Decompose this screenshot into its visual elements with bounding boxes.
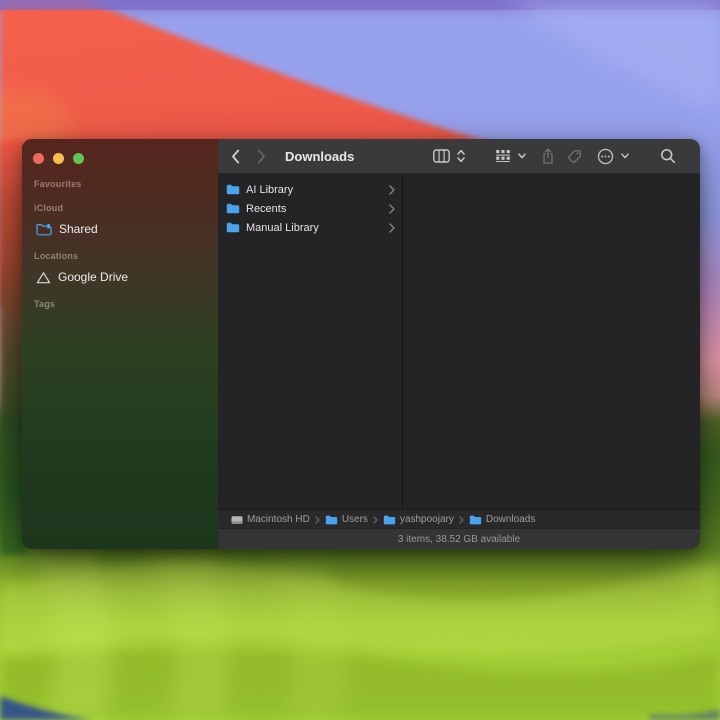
chevron-right-icon	[389, 184, 395, 195]
sidebar-item-shared[interactable]: Shared	[22, 220, 218, 238]
file-row[interactable]: Recents	[218, 199, 402, 218]
folder-icon	[383, 515, 396, 524]
back-button[interactable]	[231, 139, 240, 173]
path-label: yashpoojary	[399, 514, 454, 525]
chevron-left-icon	[232, 149, 240, 163]
chevron-right-icon	[257, 149, 265, 163]
sidebar-item-label: Shared	[59, 222, 98, 236]
window-title: Downloads	[285, 148, 355, 164]
tag-button[interactable]	[567, 139, 582, 173]
shared-folder-icon	[36, 223, 52, 235]
zoom-button[interactable]	[73, 153, 84, 164]
file-name: Manual Library	[246, 221, 319, 234]
chevron-right-icon	[389, 222, 395, 233]
desktop: Favourites iCloud Shared Locations Googl…	[0, 0, 720, 720]
share-icon	[543, 148, 553, 164]
chevron-right-icon	[373, 515, 378, 524]
path-bar: Macintosh HD Users yashpoojary Downloads	[218, 509, 700, 529]
chevron-up-down-icon	[457, 149, 465, 163]
path-label: Macintosh HD	[247, 514, 310, 525]
hard-drive-icon	[231, 515, 243, 524]
toolbar: Downloads	[218, 139, 700, 174]
path-item-macintosh-hd[interactable]: Macintosh HD	[231, 514, 310, 525]
close-button[interactable]	[33, 153, 44, 164]
chevron-right-icon	[459, 515, 464, 524]
folder-icon	[469, 515, 482, 524]
group-by-button[interactable]	[496, 139, 526, 173]
status-text: 3 items, 38.52 GB available	[397, 533, 521, 545]
status-bar: 3 items, 38.52 GB available	[218, 528, 700, 549]
group-by-icon	[496, 150, 510, 162]
share-button[interactable]	[541, 139, 555, 173]
folder-icon	[226, 203, 240, 214]
sidebar-section-icloud: iCloud	[34, 203, 64, 213]
search-button[interactable]	[660, 139, 676, 173]
sidebar-section-tags: Tags	[34, 299, 56, 309]
column-view-icon	[433, 149, 450, 163]
sidebar-item-google-drive[interactable]: Google Drive	[22, 268, 218, 286]
sidebar-section-locations: Locations	[34, 251, 79, 261]
ellipsis-circle-icon	[597, 148, 614, 164]
finder-window: Favourites iCloud Shared Locations Googl…	[22, 139, 700, 549]
google-drive-icon	[36, 271, 51, 283]
tag-icon	[568, 149, 581, 163]
path-item-yashpoojary[interactable]: yashpoojary	[383, 514, 454, 525]
chevron-down-icon	[621, 153, 629, 159]
path-label: Users	[341, 514, 368, 525]
file-name: Recents	[246, 202, 287, 215]
more-options-button[interactable]	[597, 139, 629, 173]
file-row[interactable]: AI Library	[218, 180, 402, 199]
view-mode-button[interactable]	[433, 139, 465, 173]
chevron-down-icon	[518, 153, 526, 159]
folder-icon	[226, 184, 240, 195]
chevron-right-icon	[389, 203, 395, 214]
path-item-downloads[interactable]: Downloads	[469, 514, 535, 525]
file-row[interactable]: Manual Library	[218, 218, 402, 237]
file-name: AI Library	[246, 183, 294, 196]
chevron-right-icon	[315, 515, 320, 524]
search-icon	[661, 149, 676, 164]
path-item-users[interactable]: Users	[325, 514, 368, 525]
path-label: Downloads	[485, 514, 536, 525]
sidebar: Favourites iCloud Shared Locations Googl…	[22, 139, 218, 549]
sidebar-item-label: Google Drive	[58, 270, 129, 284]
minimize-button[interactable]	[53, 153, 64, 164]
sidebar-section-favourites: Favourites	[34, 179, 82, 189]
column-1: AI Library Recents Manual Library	[218, 174, 403, 509]
forward-button[interactable]	[257, 139, 266, 173]
file-browser: AI Library Recents Manual Library	[218, 174, 700, 509]
window-controls	[33, 153, 84, 164]
folder-icon	[226, 222, 240, 233]
folder-icon	[325, 515, 337, 524]
